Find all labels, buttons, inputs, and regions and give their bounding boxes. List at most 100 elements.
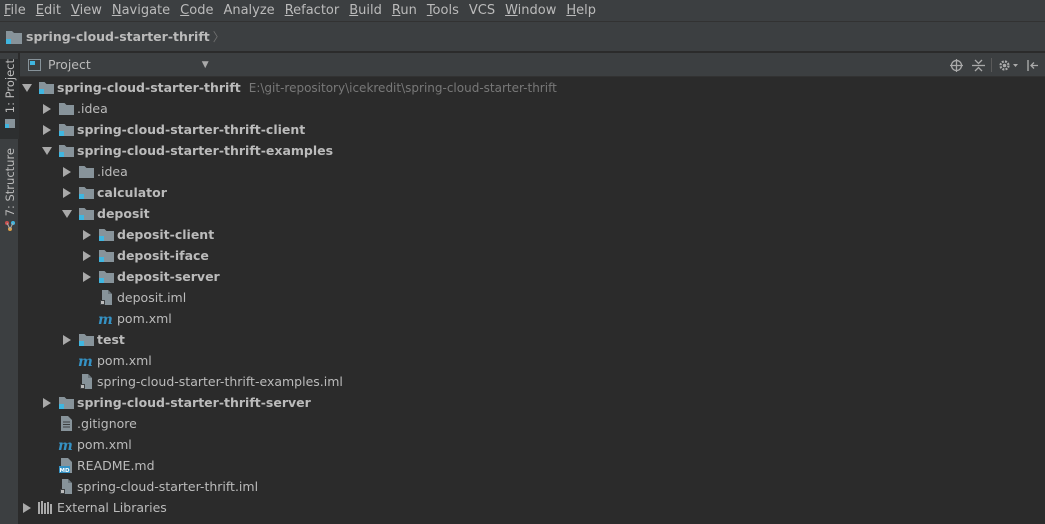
tree-row[interactable]: m pom.xml [20, 350, 152, 371]
expanded-arrow-icon[interactable] [40, 140, 54, 161]
tree-row[interactable]: m pom.xml [20, 308, 172, 329]
tree-row[interactable]: deposit [20, 203, 150, 224]
iml-file-icon [58, 479, 74, 495]
maven-icon: m [58, 437, 74, 453]
module-folder-icon [98, 248, 114, 264]
menu-label: iew [79, 2, 102, 18]
folder-icon [78, 164, 94, 180]
project-tree: spring-cloud-starter-thrift E:\git-reposi… [20, 77, 1045, 524]
project-panel-header: Project ▼ [20, 53, 1045, 77]
collapsed-arrow-icon[interactable] [40, 98, 54, 119]
tree-item-label: .gitignore [77, 416, 137, 431]
collapsed-arrow-icon[interactable] [80, 224, 94, 245]
collapsed-arrow-icon[interactable] [20, 497, 34, 518]
module-folder-icon [78, 206, 94, 222]
collapsed-arrow-icon[interactable] [40, 119, 54, 140]
menu-label: ode [189, 2, 214, 18]
menu-mnemonic: B [349, 2, 359, 18]
menu-item[interactable]: Code [175, 0, 218, 22]
tree-row[interactable]: spring-cloud-starter-thrift E:\git-reposi… [20, 77, 557, 98]
menu-item[interactable]: Analyze [218, 0, 279, 22]
menu-mnemonic: V [70, 2, 80, 18]
collapsed-arrow-icon[interactable] [60, 329, 74, 350]
tree-row[interactable]: External Libraries [20, 497, 167, 518]
module-folder-icon [98, 269, 114, 285]
menu-item[interactable]: Tools [422, 0, 464, 22]
tree-item-label: README.md [77, 458, 155, 473]
collapsed-arrow-icon[interactable] [80, 266, 94, 287]
module-folder-icon [78, 332, 94, 348]
expanded-arrow-icon[interactable] [20, 77, 34, 98]
iml-file-icon [78, 374, 94, 390]
chevron-down-icon[interactable]: ▼ [202, 60, 209, 70]
libraries-icon [38, 500, 54, 516]
menu-mnemonic: N [111, 2, 122, 18]
tree-row[interactable]: deposit.iml [20, 287, 186, 308]
menu-item[interactable]: VCS [464, 0, 500, 22]
tree-row[interactable]: .idea [20, 161, 128, 182]
tree-row[interactable]: spring-cloud-starter-thrift-examples [20, 140, 333, 161]
gear-icon[interactable] [997, 56, 1019, 74]
menu-label: un [400, 2, 417, 18]
menu-label: Analyze [223, 2, 275, 18]
tree-item-label: test [97, 332, 125, 347]
collapse-all-icon[interactable] [969, 56, 987, 74]
menu-item[interactable]: Refactor [280, 0, 345, 22]
menu-item[interactable]: Help [561, 0, 601, 22]
tree-row[interactable]: spring-cloud-starter-thrift-client [20, 119, 305, 140]
tree-row[interactable]: deposit-server [20, 266, 220, 287]
tree-item-label: spring-cloud-starter-thrift-examples.iml [97, 374, 343, 389]
menu-item[interactable]: Window [500, 0, 561, 22]
collapsed-arrow-icon[interactable] [40, 392, 54, 413]
menu-item[interactable]: Edit [31, 0, 66, 22]
tree-row[interactable]: test [20, 329, 125, 350]
tree-row[interactable]: .idea [20, 98, 108, 119]
crosshair-icon[interactable] [947, 56, 965, 74]
structure-tool-tab[interactable]: 7: Structure [0, 148, 19, 232]
expanded-arrow-icon[interactable] [60, 203, 74, 224]
svg-text:m: m [58, 438, 73, 451]
hide-panel-icon[interactable] [1023, 56, 1041, 74]
navigation-bar: spring-cloud-starter-thrift 〉 [0, 22, 1045, 52]
project-view-selector[interactable]: Project [48, 57, 91, 72]
tree-row[interactable]: MD README.md [20, 455, 155, 476]
breadcrumb-project[interactable]: spring-cloud-starter-thrift [26, 29, 210, 44]
menu-item[interactable]: View [66, 0, 107, 22]
tree-item-label: spring-cloud-starter-thrift-client [77, 122, 306, 137]
tree-item-label: deposit-client [117, 227, 215, 242]
tree-row[interactable]: m pom.xml [20, 434, 132, 455]
menu-label: uild [358, 2, 382, 18]
menu-label: ools [432, 2, 459, 18]
tree-item-label: .idea [97, 164, 128, 179]
menu-item[interactable]: Run [387, 0, 422, 22]
svg-text:m: m [78, 354, 93, 367]
menu-label: dit [44, 2, 61, 18]
collapsed-arrow-icon[interactable] [60, 161, 74, 182]
iml-file-icon [98, 290, 114, 306]
menu-item[interactable]: Build [344, 0, 387, 22]
svg-text:m: m [98, 312, 113, 325]
tree-row[interactable]: spring-cloud-starter-thrift-server [20, 392, 311, 413]
collapsed-arrow-icon[interactable] [80, 245, 94, 266]
menu-item[interactable]: File [0, 0, 31, 22]
breadcrumb-separator: 〉 [212, 30, 225, 44]
structure-tool-tab-label: 7: Structure [2, 148, 17, 217]
menu-mnemonic: W [505, 2, 518, 18]
project-tool-tab-label: 1: Project [2, 59, 17, 114]
tree-row[interactable]: calculator [20, 182, 167, 203]
project-tool-tab[interactable]: 1: Project [0, 59, 19, 139]
tree-item-label: pom.xml [117, 311, 172, 326]
tree-row[interactable]: .gitignore [20, 413, 137, 434]
collapsed-arrow-icon[interactable] [60, 182, 74, 203]
folder-icon [58, 101, 74, 117]
tree-row[interactable]: spring-cloud-starter-thrift.iml [20, 476, 258, 497]
tree-row[interactable]: deposit-client [20, 224, 214, 245]
tree-row[interactable]: deposit-iface [20, 245, 209, 266]
tree-row[interactable]: spring-cloud-starter-thrift-examples.iml [20, 371, 343, 392]
menu-item[interactable]: Navigate [107, 0, 175, 22]
